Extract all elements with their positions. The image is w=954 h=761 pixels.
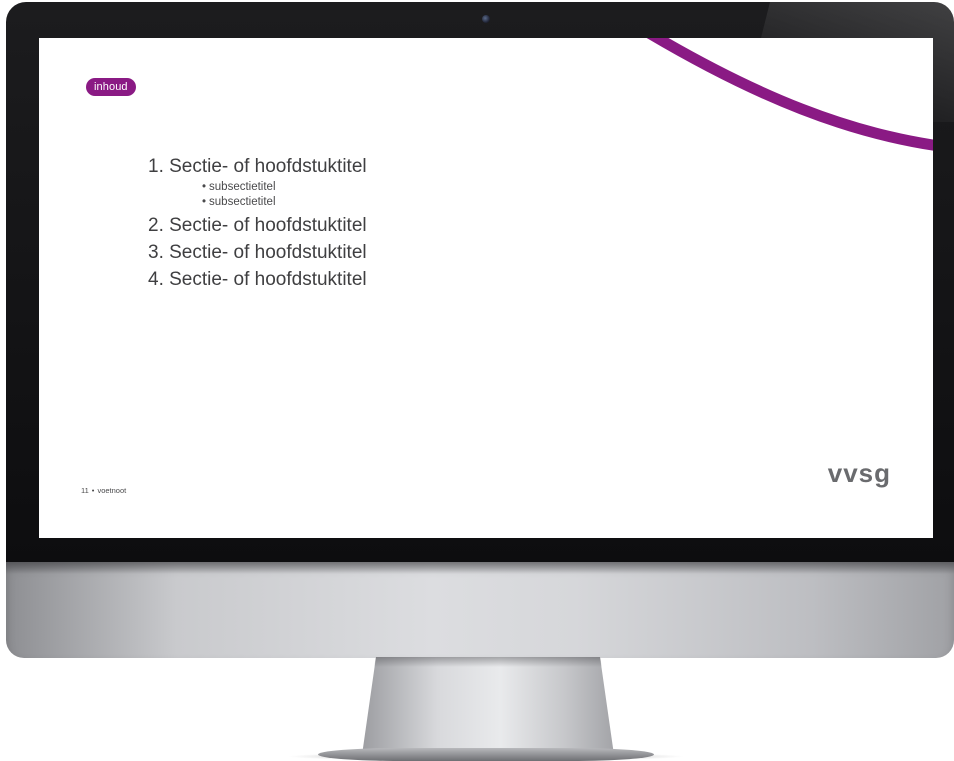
toc-subitem-label: subsectietitel [209,196,276,208]
webcam-icon [482,15,490,23]
footnote: voetnoot [97,486,127,495]
monitor-foot [318,748,654,761]
toc-item-2: 2. Sectie- of hoofdstuktitel [148,215,367,236]
toc-subitem-label: subsectietitel [209,181,276,193]
toc-subitem: • subsectietitel [202,195,367,210]
toc-item-3: 3. Sectie- of hoofdstuktitel [148,242,367,263]
bullet-icon: • [202,196,207,208]
footer-separator: • [91,486,95,495]
bullet-icon: • [202,181,207,193]
stand-shadow [374,657,602,667]
monitor-chin [6,562,954,658]
table-of-contents: 1. Sectie- of hoofdstuktitel • subsectiet… [148,153,367,293]
vvsg-logo: vvsg [827,458,891,488]
slide-screen: inhoud 1. Sectie- of hoofdstuktitel • sub… [39,38,933,538]
monitor-stand [362,657,614,755]
section-tag: inhoud [86,78,136,96]
toc-subitem: • subsectietitel [202,180,367,195]
toc-sublist-1: • subsectietitel • subsectietitel [148,180,367,210]
slide-footer: 11 • voetnoot [81,486,126,495]
chin-shadow [6,562,954,574]
toc-item-1: 1. Sectie- of hoofdstuktitel [148,156,367,177]
page-number: 11 [81,486,89,495]
toc-item-4: 4. Sectie- of hoofdstuktitel [148,269,367,290]
monitor-mockup: inhoud 1. Sectie- of hoofdstuktitel • sub… [0,0,954,761]
